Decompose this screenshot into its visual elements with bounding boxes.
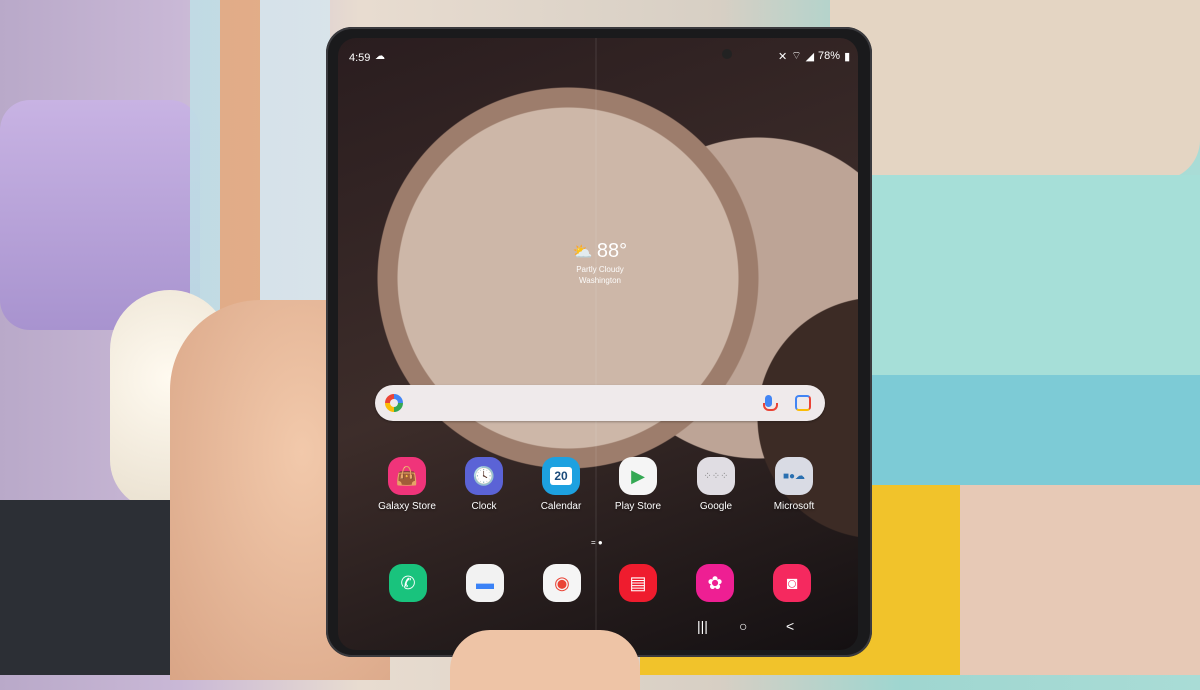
notes-icon[interactable]: ▤ — [619, 564, 657, 602]
calendar-date: 20 — [550, 467, 572, 485]
app-label: Clock — [471, 501, 497, 512]
gallery-icon[interactable]: ✿ — [696, 564, 734, 602]
shopping-bag-icon: 👜 — [388, 457, 426, 495]
home-button[interactable]: ○ — [739, 618, 747, 634]
home-screen — [338, 38, 858, 650]
cloud-icon: ☁ — [375, 51, 385, 62]
background-shelf — [860, 375, 1200, 485]
app-calendar[interactable]: 20 Calendar — [521, 457, 601, 512]
temperature: 88° — [596, 240, 628, 262]
weather-condition: Partly Cloudy — [576, 265, 624, 274]
battery-percent: 78% — [818, 50, 841, 62]
mute-icon: ✕ — [778, 50, 788, 63]
status-time: 4:59 — [349, 52, 371, 64]
app-clock[interactable]: 🕓 Clock — [444, 457, 524, 512]
phone-icon[interactable]: ✆ — [389, 564, 427, 602]
fold-crease — [595, 38, 597, 650]
app-label: Microsoft — [773, 501, 815, 512]
folder-google[interactable]: ⁘⁘⁘ Google — [676, 457, 756, 512]
hand-fingers — [450, 630, 640, 690]
clock-icon: 🕓 — [465, 457, 503, 495]
folder-microsoft[interactable]: ■●☁ Microsoft — [754, 457, 834, 512]
wifi-icon: ⌔ — [791, 50, 802, 62]
camera-icon[interactable]: ◙ — [773, 564, 811, 602]
app-label: Galaxy Store — [378, 501, 436, 512]
play-store-icon: ▶ — [619, 457, 657, 495]
background-pillow — [830, 0, 1200, 180]
page-indicator: = ● — [591, 538, 603, 547]
battery-icon: ▮ — [844, 50, 851, 63]
messages-icon[interactable]: ▬ — [466, 564, 504, 602]
back-button[interactable]: < — [786, 618, 794, 634]
chrome-icon[interactable]: ◉ — [543, 564, 581, 602]
app-label: Calendar — [540, 501, 582, 512]
folder-icon: ⁘⁘⁘ — [697, 457, 735, 495]
app-label: Google — [699, 501, 733, 512]
google-search-bar[interactable] — [375, 385, 825, 421]
microphone-icon[interactable] — [763, 395, 778, 411]
status-icons: ✕ ⌔ ◢ 78% ▮ — [778, 49, 850, 63]
app-label: Play Store — [614, 501, 662, 512]
calendar-icon: 20 — [542, 457, 580, 495]
app-galaxy-store[interactable]: 👜 Galaxy Store — [367, 457, 447, 512]
signal-icon: ◢ — [805, 50, 815, 63]
weather-location: Washington — [579, 276, 621, 285]
partly-cloudy-icon: ⛅ — [572, 243, 593, 261]
recents-button[interactable]: ||| — [697, 618, 708, 634]
lens-icon[interactable] — [795, 395, 811, 411]
app-play-store[interactable]: ▶ Play Store — [598, 457, 678, 512]
google-logo-icon — [385, 394, 403, 412]
folder-icon: ■●☁ — [775, 457, 813, 495]
background-shelf — [860, 175, 1200, 375]
front-camera — [722, 49, 732, 59]
weather-widget[interactable]: ⛅ 88° Partly Cloudy Washington — [540, 240, 660, 285]
